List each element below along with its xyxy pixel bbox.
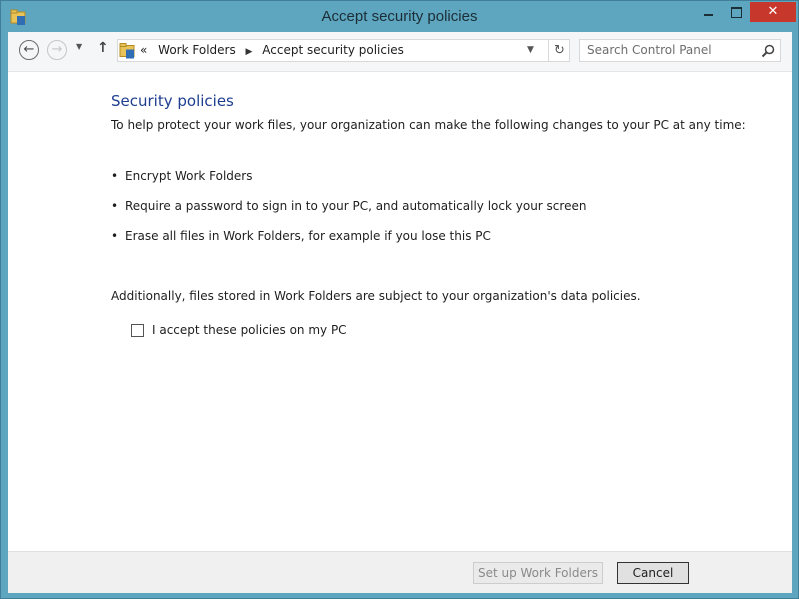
intro-text: To help protect your work files, your or… bbox=[111, 118, 746, 132]
back-button[interactable]: ← bbox=[19, 40, 39, 60]
page-title: Security policies bbox=[111, 92, 234, 110]
forward-icon: → bbox=[51, 42, 63, 57]
footer: Set up Work Folders Cancel bbox=[8, 551, 792, 593]
cancel-button[interactable]: Cancel bbox=[617, 562, 689, 584]
refresh-button[interactable]: ↻ bbox=[548, 40, 570, 61]
list-item-text: Require a password to sign in to your PC… bbox=[125, 199, 587, 213]
bullet-icon: • bbox=[111, 199, 119, 213]
back-icon: ← bbox=[23, 42, 35, 57]
list-item-text: Encrypt Work Folders bbox=[125, 169, 253, 183]
recent-locations-button[interactable]: ▼ bbox=[76, 42, 82, 51]
refresh-icon: ↻ bbox=[554, 43, 565, 58]
chevron-down-icon: ▼ bbox=[527, 45, 534, 55]
accept-policies-label[interactable]: I accept these policies on my PC bbox=[152, 323, 347, 337]
list-item-text: Erase all files in Work Folders, for exa… bbox=[125, 229, 491, 243]
data-policy-text: Additionally, files stored in Work Folde… bbox=[111, 289, 641, 303]
title-bar[interactable]: Accept security policies ✕ bbox=[1, 1, 798, 33]
breadcrumb: « Work Folders ▶ Accept security policie… bbox=[140, 43, 404, 57]
minimize-button[interactable] bbox=[695, 2, 723, 22]
close-icon: ✕ bbox=[767, 4, 779, 19]
bullet-icon: • bbox=[111, 169, 119, 183]
search-icon[interactable] bbox=[760, 43, 776, 59]
navigation-bar: ← → ▼ ↑ « Work Folders ▶ Accept security… bbox=[8, 32, 792, 72]
address-bar[interactable]: « Work Folders ▶ Accept security policie… bbox=[117, 39, 570, 62]
set-up-work-folders-button[interactable]: Set up Work Folders bbox=[473, 562, 603, 584]
breadcrumb-item-current[interactable]: Accept security policies bbox=[262, 43, 404, 57]
accept-policies-checkbox[interactable] bbox=[131, 324, 144, 337]
client-area: ← → ▼ ↑ « Work Folders ▶ Accept security… bbox=[8, 32, 792, 593]
window-title: Accept security policies bbox=[321, 8, 478, 25]
close-button[interactable]: ✕ bbox=[750, 2, 796, 22]
bullet-icon: • bbox=[111, 229, 119, 243]
breadcrumb-item-work-folders[interactable]: Work Folders bbox=[158, 43, 236, 57]
search-input[interactable]: Search Control Panel bbox=[579, 39, 781, 62]
up-icon: ↑ bbox=[97, 40, 109, 56]
breadcrumb-overflow[interactable]: « bbox=[140, 43, 147, 57]
work-folders-icon bbox=[119, 43, 135, 59]
up-button[interactable]: ↑ bbox=[97, 40, 109, 56]
search-placeholder: Search Control Panel bbox=[587, 43, 712, 57]
forward-button[interactable]: → bbox=[47, 40, 67, 60]
maximize-button[interactable] bbox=[723, 2, 750, 22]
breadcrumb-separator-icon[interactable]: ▶ bbox=[246, 47, 253, 57]
recent-locations-icon: ▼ bbox=[76, 42, 83, 51]
window: Accept security policies ✕ ← → ▼ ↑ « Wor… bbox=[0, 0, 799, 599]
address-dropdown[interactable]: ▼ bbox=[527, 45, 534, 55]
